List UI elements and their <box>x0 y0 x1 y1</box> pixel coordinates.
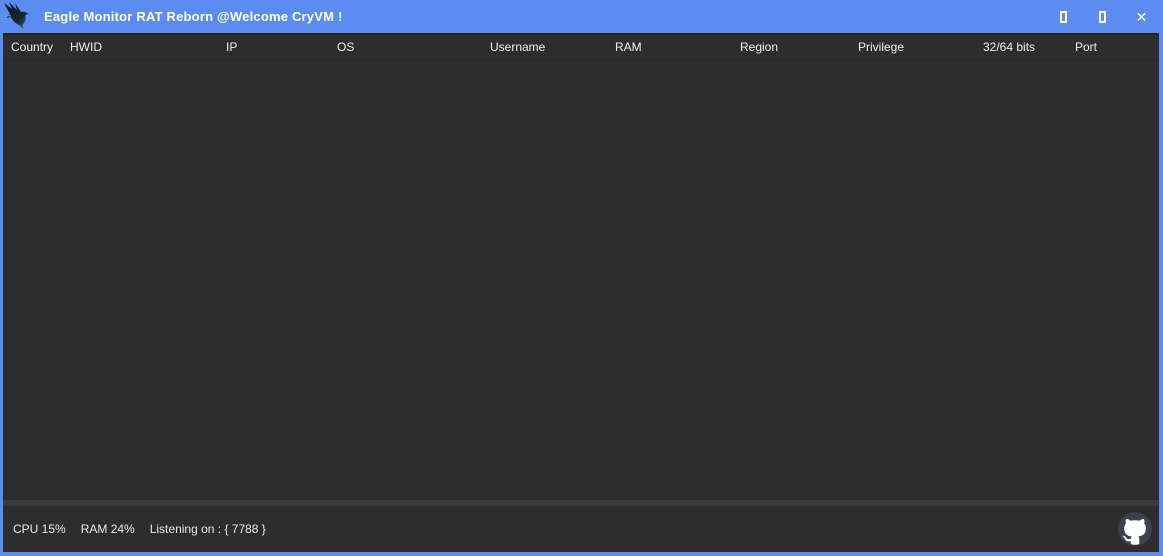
main-content: CountryHWIDIPOSUsernameRAMRegionPrivileg… <box>3 33 1159 552</box>
close-icon: ✕ <box>1136 10 1148 24</box>
listening-port-label: Listening on : { 7788 } <box>150 522 266 536</box>
window-title: Eagle Monitor RAT Reborn @Welcome CryVM … <box>44 0 342 33</box>
eagle-logo-icon <box>2 1 34 32</box>
close-button[interactable]: ✕ <box>1122 0 1161 33</box>
column-header-country[interactable]: Country <box>11 40 70 54</box>
maximize-button[interactable] <box>1083 0 1122 33</box>
column-header-privilege[interactable]: Privilege <box>858 40 983 54</box>
statusbar: CPU 15% RAM 24% Listening on : { 7788 } <box>3 506 1159 552</box>
client-table-header: CountryHWIDIPOSUsernameRAMRegionPrivileg… <box>3 33 1159 60</box>
titlebar[interactable]: Eagle Monitor RAT Reborn @Welcome CryVM … <box>0 0 1163 33</box>
column-header-username[interactable]: Username <box>490 40 615 54</box>
column-header-ip[interactable]: IP <box>226 40 337 54</box>
minimize-button[interactable] <box>1044 0 1083 33</box>
column-header-os[interactable]: OS <box>337 40 490 54</box>
github-icon <box>1118 512 1152 546</box>
maximize-icon <box>1099 11 1106 23</box>
client-table-body[interactable] <box>3 60 1159 500</box>
github-button[interactable] <box>1118 512 1152 546</box>
ram-usage-label: RAM 24% <box>81 522 135 536</box>
column-header-hwid[interactable]: HWID <box>70 40 226 54</box>
column-header-port[interactable]: Port <box>1075 40 1159 54</box>
column-header-ram[interactable]: RAM <box>615 40 740 54</box>
app-window: Eagle Monitor RAT Reborn @Welcome CryVM … <box>0 0 1163 556</box>
cpu-usage-label: CPU 15% <box>13 522 66 536</box>
column-header-region[interactable]: Region <box>740 40 858 54</box>
column-header-32-64-bits[interactable]: 32/64 bits <box>983 40 1075 54</box>
minimize-icon <box>1060 11 1067 23</box>
window-controls: ✕ <box>1044 0 1161 33</box>
